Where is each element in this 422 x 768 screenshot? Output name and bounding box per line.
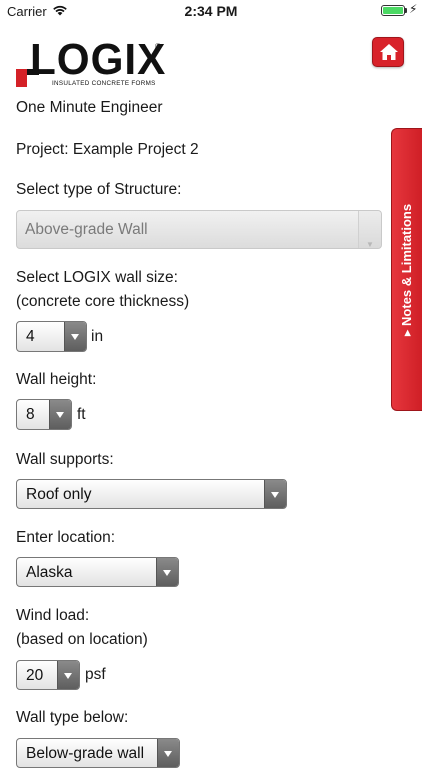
chevron-down-icon: ▼ [366, 240, 374, 249]
wall-size-label-1: Select LOGIX wall size: [16, 269, 178, 286]
logo-registered: ® [155, 42, 161, 51]
wall-size-unit: in [91, 328, 104, 345]
clock: 2:34 PM [184, 3, 238, 19]
structure-select[interactable]: Above-grade Wall ▼ [16, 210, 382, 249]
wind-load-unit: psf [85, 666, 106, 683]
wall-supports-label: Wall supports: [16, 451, 114, 468]
home-icon [380, 44, 398, 60]
chevron-down-icon [57, 661, 79, 689]
chevron-down-icon [156, 558, 178, 586]
chevron-down-icon [64, 322, 86, 351]
wall-height-value: 8 [26, 406, 35, 423]
wall-size-label-2: (concrete core thickness) [16, 293, 190, 310]
wall-size-value: 4 [26, 328, 35, 345]
structure-select-caret: ▼ [358, 211, 381, 249]
logo-mark-red [16, 69, 27, 87]
wind-load-value: 20 [26, 667, 44, 684]
chevron-down-icon [157, 739, 179, 767]
status-bar: Carrier 2:34 PM ⚡ [0, 0, 422, 24]
home-button[interactable] [372, 37, 404, 67]
wall-type-below-value: Below-grade wall [26, 745, 145, 762]
wall-type-below-select[interactable]: Below-grade wall [16, 738, 180, 768]
location-select[interactable]: Alaska [16, 557, 179, 587]
project-label: Project: Example Project 2 [16, 141, 199, 158]
location-value: Alaska [26, 564, 73, 581]
chevron-down-icon [49, 400, 71, 429]
wall-supports-value: Roof only [26, 486, 92, 503]
wall-type-below-label: Wall type below: [16, 709, 129, 726]
chevron-down-icon [264, 480, 286, 508]
wall-height-unit: ft [77, 406, 86, 423]
wall-supports-select[interactable]: Roof only [16, 479, 287, 509]
structure-label: Select type of Structure: [16, 181, 182, 198]
wall-height-select[interactable]: 8 [16, 399, 72, 430]
notes-limitations-tab[interactable]: ▸ Notes & Limitations [391, 128, 422, 411]
battery-cap [405, 8, 407, 13]
battery-fill [383, 7, 403, 14]
structure-select-value: Above-grade Wall [25, 221, 148, 238]
logo-text: LOGIX [30, 35, 167, 84]
wind-load-label-2: (based on location) [16, 631, 148, 648]
location-label: Enter location: [16, 529, 116, 546]
battery-icon [381, 5, 405, 16]
notes-limitations-label: ▸ Notes & Limitations [399, 203, 414, 336]
app-title: One Minute Engineer [16, 99, 163, 116]
logo-subtitle: INSULATED CONCRETE FORMS [52, 80, 156, 87]
wind-load-select[interactable]: 20 [16, 660, 80, 690]
wall-size-select[interactable]: 4 [16, 321, 87, 352]
wind-load-label-1: Wind load: [16, 607, 90, 624]
logix-logo: LOGIX ® INSULATED CONCRETE FORMS [16, 38, 165, 90]
wall-height-label: Wall height: [16, 371, 97, 388]
charging-icon: ⚡ [409, 2, 418, 16]
